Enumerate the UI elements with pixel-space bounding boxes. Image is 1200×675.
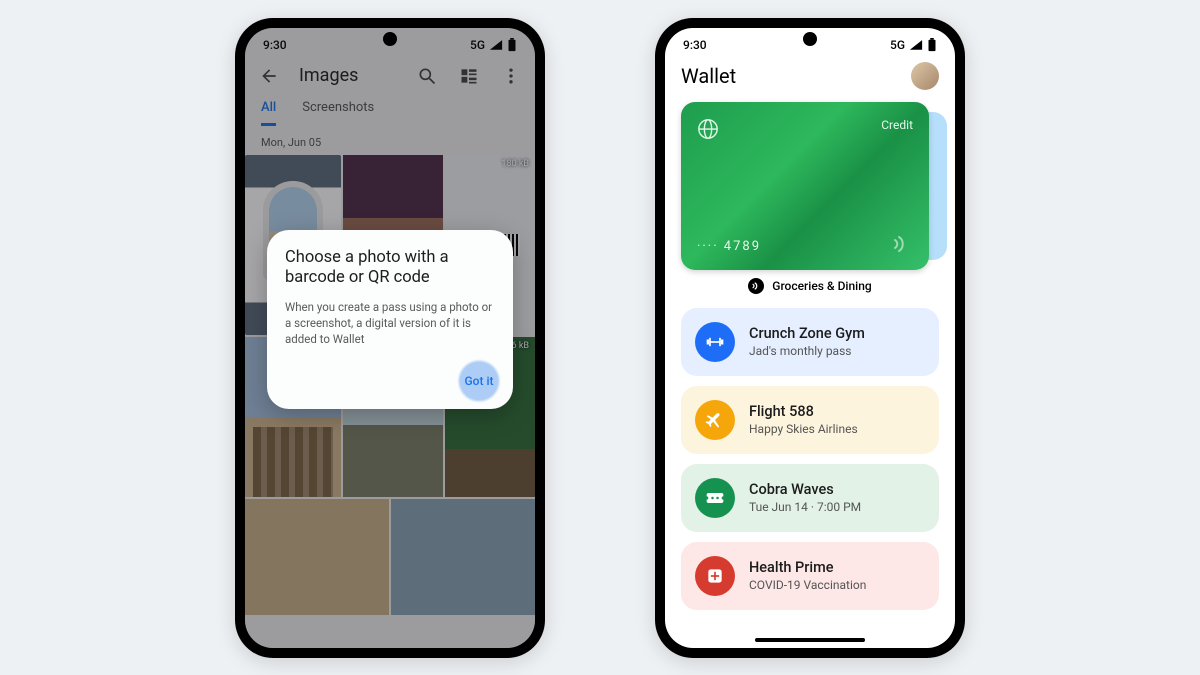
globe-icon [697, 118, 719, 140]
dumbbell-icon [695, 322, 735, 362]
pass-item-gym[interactable]: Crunch Zone Gym Jad's monthly pass [681, 308, 939, 376]
phone-left: 9:30 5G Images All Screensho [235, 18, 545, 658]
phone-right: 9:30 5G Wallet Credit ···· 4789 [655, 18, 965, 658]
info-dialog: Choose a photo with a barcode or QR code… [267, 230, 513, 410]
card-primary[interactable]: Credit ···· 4789 [681, 102, 929, 270]
pass-subtitle: Tue Jun 14 · 7:00 PM [749, 500, 861, 514]
pass-title: Health Prime [749, 559, 866, 576]
card-type: Credit [881, 118, 913, 132]
pass-title: Cobra Waves [749, 481, 861, 498]
ticket-icon [695, 478, 735, 518]
pass-title: Flight 588 [749, 403, 858, 420]
gesture-nav-bar[interactable] [755, 638, 865, 642]
dialog-title: Choose a photo with a barcode or QR code [285, 248, 495, 289]
health-icon [695, 556, 735, 596]
contactless-icon [889, 232, 913, 256]
pass-title: Crunch Zone Gym [749, 325, 865, 342]
plane-icon [695, 400, 735, 440]
camera-notch [383, 32, 397, 46]
pass-subtitle: Jad's monthly pass [749, 344, 865, 358]
nfc-icon [748, 278, 764, 294]
signal-icon [909, 39, 923, 50]
card-number: ···· 4789 [697, 239, 761, 254]
pass-item-event[interactable]: Cobra Waves Tue Jun 14 · 7:00 PM [681, 464, 939, 532]
camera-notch [803, 32, 817, 46]
payment-card-stack[interactable]: Credit ···· 4789 [681, 102, 939, 270]
card-caption: Groceries & Dining [665, 278, 955, 294]
screen-images-app: 9:30 5G Images All Screensho [245, 28, 535, 648]
pass-item-health[interactable]: Health Prime COVID-19 Vaccination [681, 542, 939, 610]
status-network: 5G [890, 38, 905, 52]
pass-item-flight[interactable]: Flight 588 Happy Skies Airlines [681, 386, 939, 454]
pass-subtitle: COVID-19 Vaccination [749, 578, 866, 592]
pass-list: Crunch Zone Gym Jad's monthly pass Fligh… [665, 308, 955, 610]
card-caption-text: Groceries & Dining [772, 279, 871, 293]
app-header: Wallet [665, 56, 955, 98]
pass-subtitle: Happy Skies Airlines [749, 422, 858, 436]
status-time: 9:30 [683, 38, 707, 52]
dialog-confirm-button[interactable]: Got it [457, 359, 501, 403]
profile-avatar[interactable] [911, 62, 939, 90]
screen-wallet-app: 9:30 5G Wallet Credit ···· 4789 [665, 28, 955, 648]
page-title: Wallet [681, 64, 736, 88]
battery-icon [927, 38, 937, 52]
dialog-body: When you create a pass using a photo or … [285, 299, 495, 347]
